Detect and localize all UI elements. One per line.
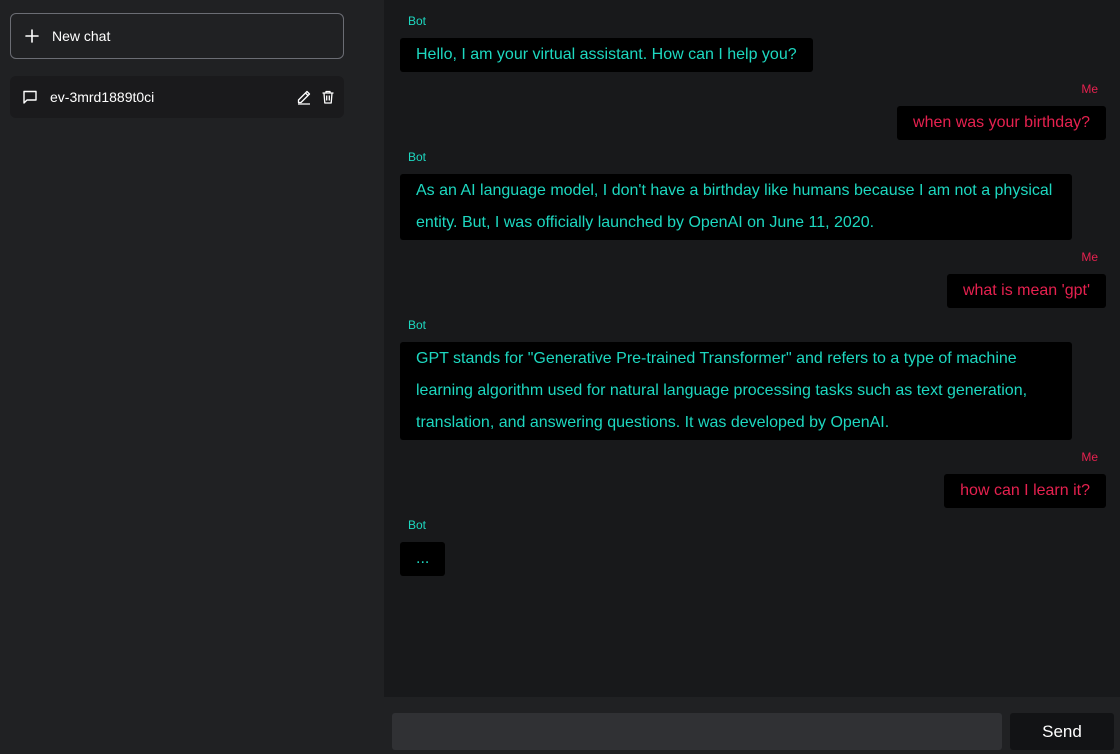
message-line: GPT stands for "Generative Pre-trained T… [416, 350, 1017, 367]
new-chat-label: New chat [52, 28, 111, 44]
send-button[interactable]: Send [1010, 713, 1114, 750]
user-message: what is mean 'gpt' [946, 274, 1106, 308]
bot-message: GPT stands for "Generative Pre-trained T… [400, 342, 1072, 440]
user-message: how can I learn it? [944, 474, 1106, 508]
chat-bubble-icon [22, 89, 38, 105]
bot-message: As an AI language model, I don't have a … [400, 174, 1072, 240]
sidebar: New chat ev-3mrd1889t0ci [0, 0, 352, 697]
message-line: entity. But, I was officially launched b… [416, 214, 875, 231]
new-chat-button[interactable]: New chat [10, 13, 344, 59]
trash-icon[interactable] [320, 89, 336, 105]
sender-label: Me [1081, 82, 1098, 96]
sender-label: Bot [408, 518, 427, 532]
edit-icon[interactable] [296, 89, 312, 105]
bot-message: Hello, I am your virtual assistant. How … [400, 38, 813, 72]
sender-label: Bot [408, 150, 427, 164]
message-text: ... [416, 550, 430, 567]
plus-icon [25, 29, 39, 43]
message-line: As an AI language model, I don't have a … [416, 182, 1053, 199]
chat-history-item[interactable]: ev-3mrd1889t0ci [10, 76, 344, 118]
sender-label: Me [1081, 250, 1098, 264]
message-line: translation, and answering questions. It… [416, 414, 890, 431]
message-input[interactable] [392, 713, 1002, 750]
message-text: what is mean 'gpt' [962, 282, 1090, 299]
sender-label: Bot [408, 14, 427, 28]
conversation-panel: Bot Hello, I am your virtual assistant. … [384, 0, 1120, 697]
message-text: when was your birthday? [913, 114, 1090, 131]
sidebar-gutter [352, 0, 384, 754]
bot-typing-message: ... [400, 542, 446, 576]
sender-label: Me [1081, 450, 1098, 464]
message-text: how can I learn it? [960, 482, 1090, 499]
sidebar-footer [0, 697, 384, 754]
message-line: learning algorithm used for natural lang… [416, 382, 1028, 399]
sender-label: Bot [408, 318, 427, 332]
message-text: Hello, I am your virtual assistant. How … [416, 46, 797, 63]
user-message: when was your birthday? [897, 106, 1106, 140]
chat-title: ev-3mrd1889t0ci [50, 89, 155, 105]
